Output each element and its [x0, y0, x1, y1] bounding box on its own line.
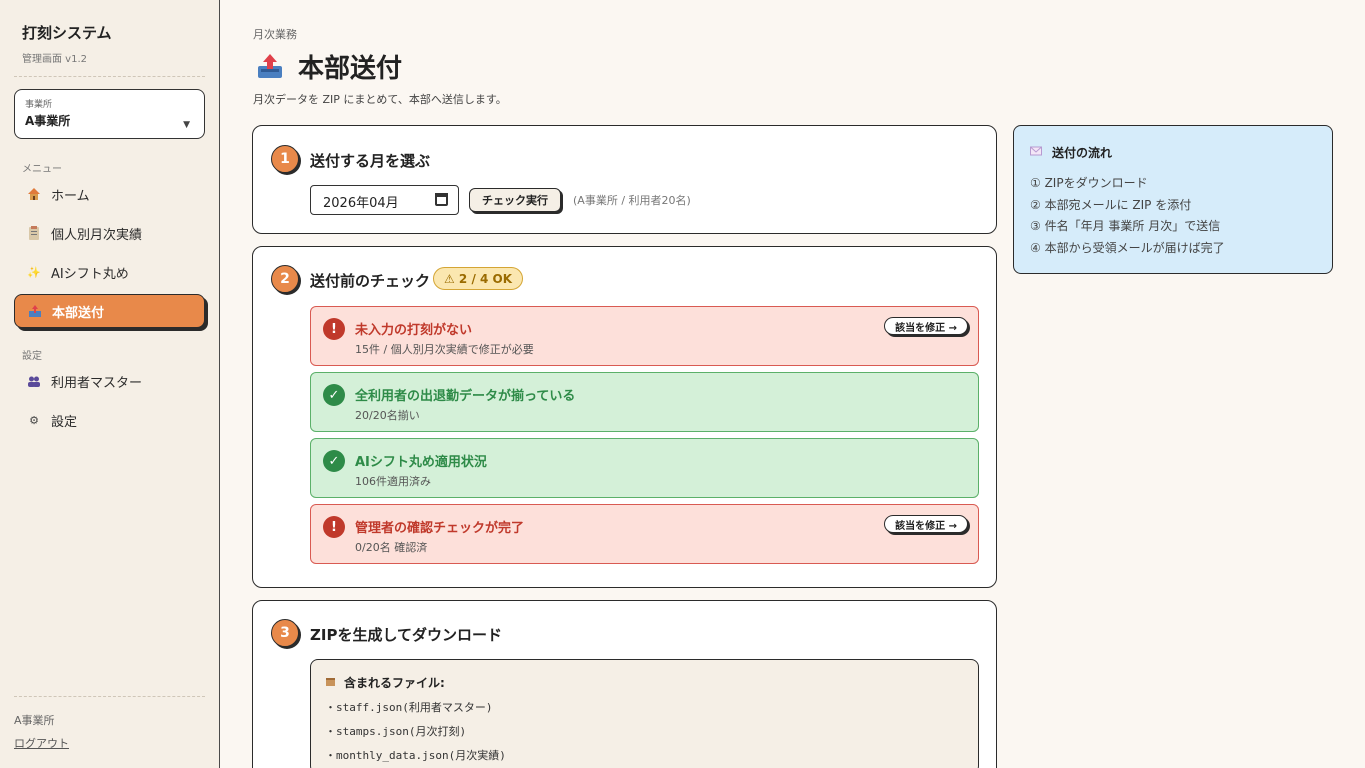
- sidebar-item-monthly-results[interactable]: 個人別月次実績: [14, 216, 205, 250]
- page-title: 本部送付: [256, 48, 402, 85]
- chevron-down-icon: ▼: [183, 120, 190, 130]
- sparkle-icon: ✨: [27, 265, 41, 279]
- settings-heading: 設定: [22, 351, 42, 362]
- outbox-icon: [256, 52, 284, 82]
- flow-step: ② 本部宛メールに ZIP を添付: [1030, 197, 1192, 212]
- app-title: 打刻システム: [22, 24, 112, 42]
- alert-icon: !: [323, 516, 345, 538]
- check-detail: 20/20名揃い: [355, 409, 420, 422]
- file-item: ・monthly_data.json(月次実績): [325, 749, 506, 762]
- sidebar-item-label: 個人別月次実績: [51, 227, 143, 243]
- check-title: AIシフト丸め適用状況: [355, 455, 487, 470]
- check-item: ✓ 全利用者の出退勤データが揃っている 20/20名揃い: [310, 372, 979, 432]
- page-title-text: 本部送付: [298, 54, 403, 84]
- step-number: 1: [271, 145, 299, 173]
- breadcrumb: 月次業務: [253, 28, 297, 41]
- check-title: 全利用者の出退勤データが揃っている: [355, 389, 576, 404]
- users-icon: [27, 374, 41, 388]
- alert-icon: !: [323, 318, 345, 340]
- status-badge: ⚠ 2 / 4 OK: [433, 267, 524, 290]
- sidebar-item-label: 利用者マスター: [51, 375, 143, 391]
- check-icon: ✓: [323, 450, 345, 472]
- files-heading: 含まれるファイル:: [325, 674, 964, 691]
- gear-icon: ⚙: [29, 413, 39, 427]
- included-files-box: 含まれるファイル: ・staff.json(利用者マスター) ・stamps.j…: [310, 659, 979, 768]
- check-item: ! 未入力の打刻がない 15件 / 個人別月次実績で修正が必要 該当を修正 →: [310, 306, 979, 366]
- check-detail: 106件適用済み: [355, 475, 431, 488]
- clipboard-icon: [27, 226, 41, 240]
- envelope-icon: [1030, 146, 1042, 159]
- step1-card: 1 送付する月を選ぶ 2026年04月 チェック実行 (A事業所 / 利用者20…: [252, 125, 997, 234]
- sidebar-item-ai-shift[interactable]: ✨ AIシフト丸め: [14, 255, 205, 289]
- step2-card: 2 送付前のチェック ⚠ 2 / 4 OK ! 未入力の打刻がない 15件 / …: [252, 246, 997, 588]
- sidebar-item-label: AIシフト丸め: [51, 266, 129, 282]
- fix-button[interactable]: 該当を修正 →: [884, 515, 968, 533]
- file-item: ・stamps.json(月次打刻): [325, 725, 467, 738]
- step-title: 送付する月を選ぶ: [310, 152, 431, 170]
- check-item: ✓ AIシフト丸め適用状況 106件適用済み: [310, 438, 979, 498]
- outbox-icon: [28, 304, 42, 318]
- home-icon: [27, 187, 41, 201]
- divider: [14, 696, 205, 697]
- file-item: ・staff.json(利用者マスター): [325, 701, 493, 714]
- page-description: 月次データを ZIP にまとめて、本部へ送信します。: [253, 93, 507, 106]
- step-number: 2: [271, 265, 299, 293]
- flow-heading: 送付の流れ: [1030, 144, 1316, 161]
- office-select-label: 事業所: [25, 100, 53, 110]
- app-version: 管理画面 v1.2: [22, 54, 87, 65]
- flow-step: ④ 本部から受領メールが届けば完了: [1030, 240, 1225, 255]
- sidebar-item-label: 本部送付: [52, 305, 105, 321]
- sidebar-item-hq-send[interactable]: 本部送付: [14, 294, 205, 328]
- current-office: A事業所: [14, 714, 55, 727]
- flow-step: ① ZIPをダウンロード: [1030, 176, 1148, 190]
- sidebar-item-settings[interactable]: ⚙ 設定: [14, 403, 205, 437]
- logout-link[interactable]: ログアウト: [14, 735, 69, 751]
- check-item: ! 管理者の確認チェックが完了 0/20名 確認済 該当を修正 →: [310, 504, 979, 564]
- sidebar: 打刻システム 管理画面 v1.2 事業所 A事業所 ▼ メニュー ホーム 個人別…: [0, 0, 220, 768]
- run-check-button[interactable]: チェック実行: [469, 188, 561, 212]
- fix-button[interactable]: 該当を修正 →: [884, 317, 968, 335]
- divider: [14, 76, 205, 77]
- office-select-value: A事業所: [25, 114, 71, 128]
- month-input-value: 2026年04月: [323, 196, 399, 211]
- month-input[interactable]: 2026年04月: [310, 185, 459, 215]
- brand: 打刻システム 管理画面 v1.2: [22, 22, 112, 65]
- sidebar-item-user-master[interactable]: 利用者マスター: [14, 364, 205, 398]
- send-flow-panel: 送付の流れ ① ZIPをダウンロード ② 本部宛メールに ZIP を添付 ③ 件…: [1013, 125, 1333, 274]
- step3-card: 3 ZIPを生成してダウンロード 含まれるファイル: ・staff.json(利…: [252, 600, 997, 768]
- check-detail: 0/20名 確認済: [355, 541, 428, 554]
- flow-step: ③ 件名「年月 事業所 月次」で送信: [1030, 219, 1221, 233]
- flow-steps: ① ZIPをダウンロード ② 本部宛メールに ZIP を添付 ③ 件名「年月 事…: [1030, 173, 1316, 259]
- calendar-icon[interactable]: [435, 193, 448, 206]
- check-title: 管理者の確認チェックが完了: [355, 521, 525, 536]
- check-detail: 15件 / 個人別月次実績で修正が必要: [355, 343, 534, 356]
- step-number: 3: [271, 619, 299, 647]
- office-select[interactable]: 事業所 A事業所 ▼: [14, 89, 205, 139]
- sidebar-item-home[interactable]: ホーム: [14, 177, 205, 211]
- office-user-note: (A事業所 / 利用者20名): [573, 194, 691, 207]
- files-heading-text: 含まれるファイル:: [344, 676, 445, 690]
- menu-heading: メニュー: [22, 164, 62, 175]
- check-title: 未入力の打刻がない: [355, 323, 473, 338]
- flow-title: 送付の流れ: [1052, 146, 1113, 160]
- step-title: ZIPを生成してダウンロード: [310, 626, 503, 644]
- sidebar-item-label: 設定: [51, 414, 78, 430]
- check-icon: ✓: [323, 384, 345, 406]
- package-icon: [325, 676, 336, 690]
- step-title: 送付前のチェック: [310, 272, 431, 290]
- sidebar-item-label: ホーム: [51, 188, 90, 204]
